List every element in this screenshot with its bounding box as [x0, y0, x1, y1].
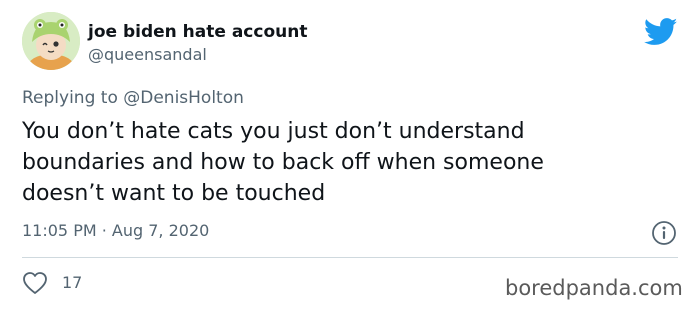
avatar[interactable] — [22, 12, 80, 70]
watermark: boredpanda.com — [505, 276, 683, 300]
like-count: 17 — [62, 273, 83, 292]
tweet-card: joe biden hate account @queensandal Repl… — [0, 0, 700, 311]
replying-to-label: Replying to — [22, 88, 124, 108]
twitter-bird-icon[interactable] — [644, 18, 678, 46]
tweet-timestamp[interactable]: 11:05 PM · Aug 7, 2020 — [22, 221, 209, 240]
replying-to: Replying to @DenisHolton — [22, 88, 244, 108]
user-handle[interactable]: @queensandal — [88, 45, 207, 64]
reply-mention-link[interactable]: @DenisHolton — [123, 88, 244, 108]
frog-hat-avatar-icon — [22, 12, 80, 70]
divider — [22, 257, 678, 258]
info-icon[interactable] — [651, 220, 677, 246]
tweet-text: You don’t hate cats you just don’t under… — [22, 119, 544, 206]
display-name[interactable]: joe biden hate account — [88, 22, 307, 42]
heart-icon[interactable] — [22, 271, 48, 295]
